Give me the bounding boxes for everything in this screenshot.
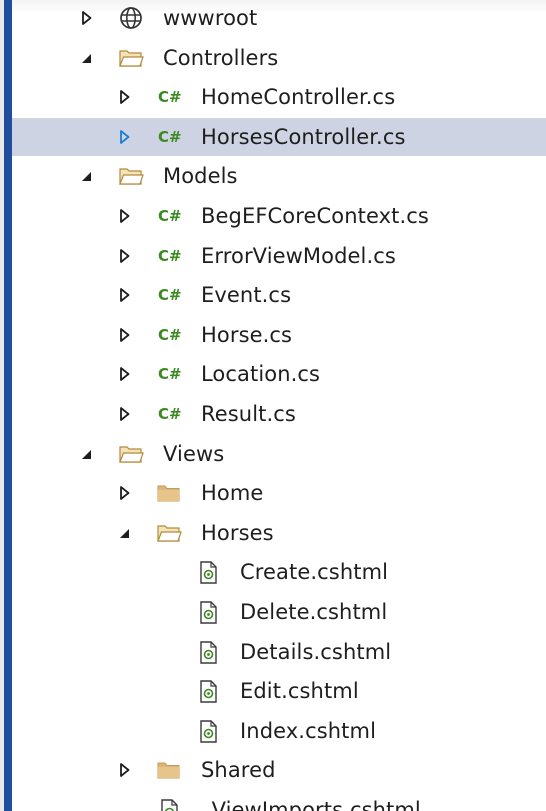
csharp-file-icon: C# xyxy=(156,402,182,426)
tree-item[interactable]: wwwroot xyxy=(12,0,546,37)
csharp-file-icon: C# xyxy=(156,204,182,228)
csharp-file-icon: C# xyxy=(156,323,182,347)
tree-item[interactable]: C# Event.cs xyxy=(12,276,546,314)
razor-file-icon xyxy=(195,679,221,703)
svg-text:C#: C# xyxy=(158,88,182,106)
collapsed-arrow-icon[interactable] xyxy=(118,326,132,344)
tree-item-label: Details.cshtml xyxy=(240,639,392,664)
svg-text:C#: C# xyxy=(158,286,182,304)
csharp-file-icon: C# xyxy=(156,85,182,109)
expanded-arrow-icon[interactable] xyxy=(80,445,94,463)
tree-item[interactable]: C# Location.cs xyxy=(12,355,546,393)
razor-file-icon xyxy=(195,719,221,743)
collapsed-arrow-icon[interactable] xyxy=(118,247,132,265)
tree-item-label: Shared xyxy=(201,758,276,783)
tree-item[interactable]: Home xyxy=(12,474,546,512)
folder-open-icon xyxy=(156,521,182,545)
tree-item[interactable]: Edit.cshtml xyxy=(12,672,546,710)
tree-item[interactable]: Views xyxy=(12,435,546,473)
panel-accent-bar xyxy=(4,0,12,811)
tree-item-label: HorsesController.cs xyxy=(201,124,406,149)
svg-text:C#: C# xyxy=(158,365,182,383)
expanded-arrow-icon[interactable] xyxy=(80,49,94,67)
collapsed-arrow-icon[interactable] xyxy=(118,88,132,106)
tree-item-label: Create.cshtml xyxy=(240,560,389,585)
tree-item-label: Event.cs xyxy=(201,283,292,308)
collapsed-arrow-icon[interactable] xyxy=(118,761,132,779)
folder-open-icon xyxy=(118,46,144,70)
razor-file-icon xyxy=(195,560,221,585)
razor-file-icon xyxy=(195,600,221,624)
csharp-file-icon: C# xyxy=(156,244,182,268)
folder-open-icon xyxy=(118,442,144,466)
tree-item[interactable]: Horses xyxy=(12,514,546,552)
collapsed-arrow-icon[interactable] xyxy=(118,484,132,502)
csharp-file-icon: C# xyxy=(156,125,182,149)
collapsed-arrow-icon[interactable] xyxy=(80,9,94,27)
tree-item[interactable]: C# HomeController.cs xyxy=(12,78,546,116)
tree-item[interactable]: C# Horse.cs xyxy=(12,316,546,354)
tree-item-label: Models xyxy=(163,164,238,189)
svg-text:C#: C# xyxy=(158,247,182,265)
tree-item-label: BegEFCoreContext.cs xyxy=(201,204,429,228)
tree-item-label: Horse.cs xyxy=(201,322,293,347)
tree-item-label: Home xyxy=(201,481,264,506)
tree-item-label: Horses xyxy=(201,520,274,545)
folder-closed-icon xyxy=(156,758,182,782)
tree-item[interactable]: _ViewImports.cshtml xyxy=(12,791,546,811)
expanded-arrow-icon[interactable] xyxy=(80,167,94,185)
collapsed-arrow-icon[interactable] xyxy=(118,128,132,146)
folder-closed-icon xyxy=(156,481,182,505)
razor-file-icon xyxy=(195,640,221,664)
svg-text:C#: C# xyxy=(158,405,182,423)
tree-item[interactable]: Models xyxy=(12,157,546,195)
tree-item-label: HomeController.cs xyxy=(201,85,396,110)
folder-open-icon xyxy=(118,164,144,188)
tree-item[interactable]: Shared xyxy=(12,751,546,789)
collapsed-arrow-icon[interactable] xyxy=(118,405,132,423)
tree-item-label: Result.cs xyxy=(201,402,296,426)
svg-text:C#: C# xyxy=(158,128,182,146)
csharp-file-icon: C# xyxy=(156,362,182,386)
tree-item[interactable]: Details.cshtml xyxy=(12,633,546,671)
tree-item-label: _ViewImports.cshtml xyxy=(201,798,421,811)
tree-item[interactable]: C# BegEFCoreContext.cs xyxy=(12,197,546,235)
tree-item[interactable]: Delete.cshtml xyxy=(12,593,546,631)
collapsed-arrow-icon[interactable] xyxy=(118,286,132,304)
tree-item[interactable]: Controllers xyxy=(12,39,546,77)
tree-item-label: Location.cs xyxy=(201,362,321,387)
tree-item[interactable]: Create.cshtml xyxy=(12,553,546,591)
tree-item-label: ErrorViewModel.cs xyxy=(201,243,396,268)
tree-item-label: Delete.cshtml xyxy=(240,600,388,624)
svg-text:C#: C# xyxy=(158,326,182,344)
tree-item-label: Edit.cshtml xyxy=(240,679,359,704)
collapsed-arrow-icon[interactable] xyxy=(118,207,132,225)
tree-item-label: wwwroot xyxy=(163,6,258,30)
tree-item-label: Index.cshtml xyxy=(240,718,377,743)
solution-explorer-panel: wwwroot Controllers C# HomeController.cs… xyxy=(0,0,546,811)
svg-text:C#: C# xyxy=(158,207,182,225)
tree-item[interactable]: C# HorsesController.cs xyxy=(12,117,546,156)
csharp-file-icon: C# xyxy=(156,283,182,307)
globe-icon xyxy=(118,6,144,30)
tree-item[interactable]: C# ErrorViewModel.cs xyxy=(12,237,546,275)
expanded-arrow-icon[interactable] xyxy=(118,524,132,542)
tree-item-label: Controllers xyxy=(163,45,279,70)
tree-item[interactable]: Index.cshtml xyxy=(12,712,546,750)
tree-item[interactable]: C# Result.cs xyxy=(12,395,546,433)
tree-item-label: Views xyxy=(163,441,225,466)
razor-file-icon xyxy=(156,798,182,811)
collapsed-arrow-icon[interactable] xyxy=(118,365,132,383)
